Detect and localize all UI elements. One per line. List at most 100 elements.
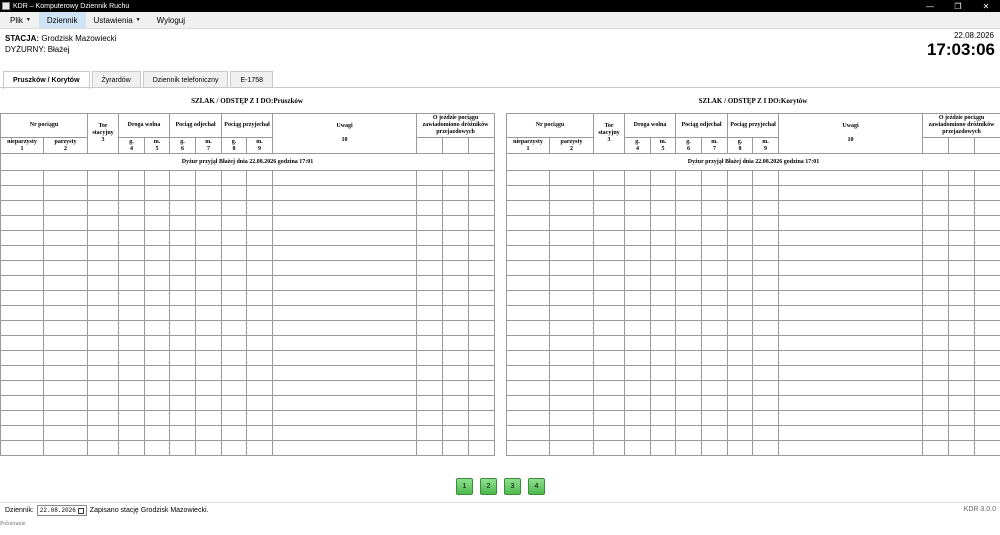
table-cell[interactable]	[593, 410, 625, 426]
table-cell[interactable]	[727, 425, 754, 441]
table-cell[interactable]	[118, 380, 145, 396]
table-cell[interactable]	[778, 305, 924, 321]
table-cell[interactable]	[442, 260, 470, 276]
table-row[interactable]	[0, 260, 496, 276]
table-cell[interactable]	[624, 200, 651, 216]
table-cell[interactable]	[549, 215, 594, 231]
table-cell[interactable]	[649, 350, 677, 366]
table-cell[interactable]	[922, 230, 950, 246]
table-cell[interactable]	[195, 410, 223, 426]
table-cell[interactable]	[442, 365, 470, 381]
table-cell[interactable]	[221, 440, 248, 456]
table-cell[interactable]	[948, 260, 976, 276]
table-cell[interactable]	[948, 245, 976, 261]
table-row[interactable]	[506, 245, 1000, 261]
table-cell[interactable]	[143, 440, 171, 456]
table-cell[interactable]	[727, 215, 754, 231]
table-cell[interactable]	[624, 275, 651, 291]
table-cell[interactable]	[43, 380, 88, 396]
table-cell[interactable]	[87, 365, 119, 381]
table-cell[interactable]	[118, 170, 145, 186]
table-cell[interactable]	[468, 215, 496, 231]
table-cell[interactable]	[0, 335, 44, 351]
table-cell[interactable]	[752, 320, 780, 336]
table-cell[interactable]	[727, 290, 754, 306]
table-cell[interactable]	[948, 335, 976, 351]
table-cell[interactable]	[727, 275, 754, 291]
table-cell[interactable]	[506, 335, 550, 351]
table-cell[interactable]	[506, 275, 550, 291]
table-row[interactable]	[0, 200, 496, 216]
table-cell[interactable]	[974, 230, 1000, 246]
table-cell[interactable]	[416, 380, 444, 396]
table-cell[interactable]	[468, 275, 496, 291]
table-cell[interactable]	[221, 335, 248, 351]
table-cell[interactable]	[118, 290, 145, 306]
table-cell[interactable]	[468, 410, 496, 426]
table-cell[interactable]	[118, 215, 145, 231]
table-cell[interactable]	[246, 275, 274, 291]
table-cell[interactable]	[649, 200, 677, 216]
table-cell[interactable]	[922, 380, 950, 396]
table-cell[interactable]	[169, 350, 197, 366]
table-cell[interactable]	[948, 275, 976, 291]
table-cell[interactable]	[675, 215, 703, 231]
minimize-icon[interactable]: —	[916, 0, 944, 12]
table-cell[interactable]	[593, 350, 625, 366]
table-cell[interactable]	[416, 425, 444, 441]
table-cell[interactable]	[143, 305, 171, 321]
table-cell[interactable]	[416, 215, 444, 231]
table-cell[interactable]	[0, 395, 44, 411]
table-row[interactable]	[0, 425, 496, 441]
table-cell[interactable]	[922, 350, 950, 366]
table-cell[interactable]	[468, 170, 496, 186]
table-cell[interactable]	[778, 395, 924, 411]
table-cell[interactable]	[948, 170, 976, 186]
table-cell[interactable]	[143, 200, 171, 216]
table-cell[interactable]	[468, 320, 496, 336]
table-cell[interactable]	[974, 365, 1000, 381]
table-cell[interactable]	[416, 290, 444, 306]
table-cell[interactable]	[195, 185, 223, 201]
table-cell[interactable]	[0, 365, 44, 381]
table-cell[interactable]	[506, 290, 550, 306]
table-cell[interactable]	[221, 290, 248, 306]
table-cell[interactable]	[701, 410, 729, 426]
table-cell[interactable]	[549, 350, 594, 366]
table-cell[interactable]	[624, 260, 651, 276]
table-cell[interactable]	[43, 395, 88, 411]
table-cell[interactable]	[221, 275, 248, 291]
table-cell[interactable]	[272, 350, 418, 366]
table-cell[interactable]	[221, 215, 248, 231]
table-cell[interactable]	[624, 395, 651, 411]
table-cell[interactable]	[87, 395, 119, 411]
table-cell[interactable]	[974, 170, 1000, 186]
table-cell[interactable]	[43, 305, 88, 321]
table-cell[interactable]	[416, 260, 444, 276]
table-row[interactable]	[0, 440, 496, 456]
table-cell[interactable]	[974, 440, 1000, 456]
table-cell[interactable]	[506, 425, 550, 441]
table-cell[interactable]	[246, 410, 274, 426]
table-cell[interactable]	[752, 410, 780, 426]
table-cell[interactable]	[675, 275, 703, 291]
table-cell[interactable]	[442, 305, 470, 321]
table-row[interactable]	[506, 290, 1000, 306]
table-cell[interactable]	[675, 410, 703, 426]
table-cell[interactable]	[948, 395, 976, 411]
table-row[interactable]	[506, 305, 1000, 321]
table-cell[interactable]	[649, 185, 677, 201]
table-cell[interactable]	[118, 305, 145, 321]
table-cell[interactable]	[649, 215, 677, 231]
table-cell[interactable]	[778, 365, 924, 381]
table-row[interactable]	[506, 440, 1000, 456]
table-cell[interactable]	[246, 260, 274, 276]
table-cell[interactable]	[442, 440, 470, 456]
table-cell[interactable]	[727, 245, 754, 261]
table-cell[interactable]	[624, 320, 651, 336]
table-cell[interactable]	[624, 350, 651, 366]
table-cell[interactable]	[169, 245, 197, 261]
table-cell[interactable]	[416, 305, 444, 321]
table-cell[interactable]	[922, 365, 950, 381]
table-cell[interactable]	[593, 320, 625, 336]
